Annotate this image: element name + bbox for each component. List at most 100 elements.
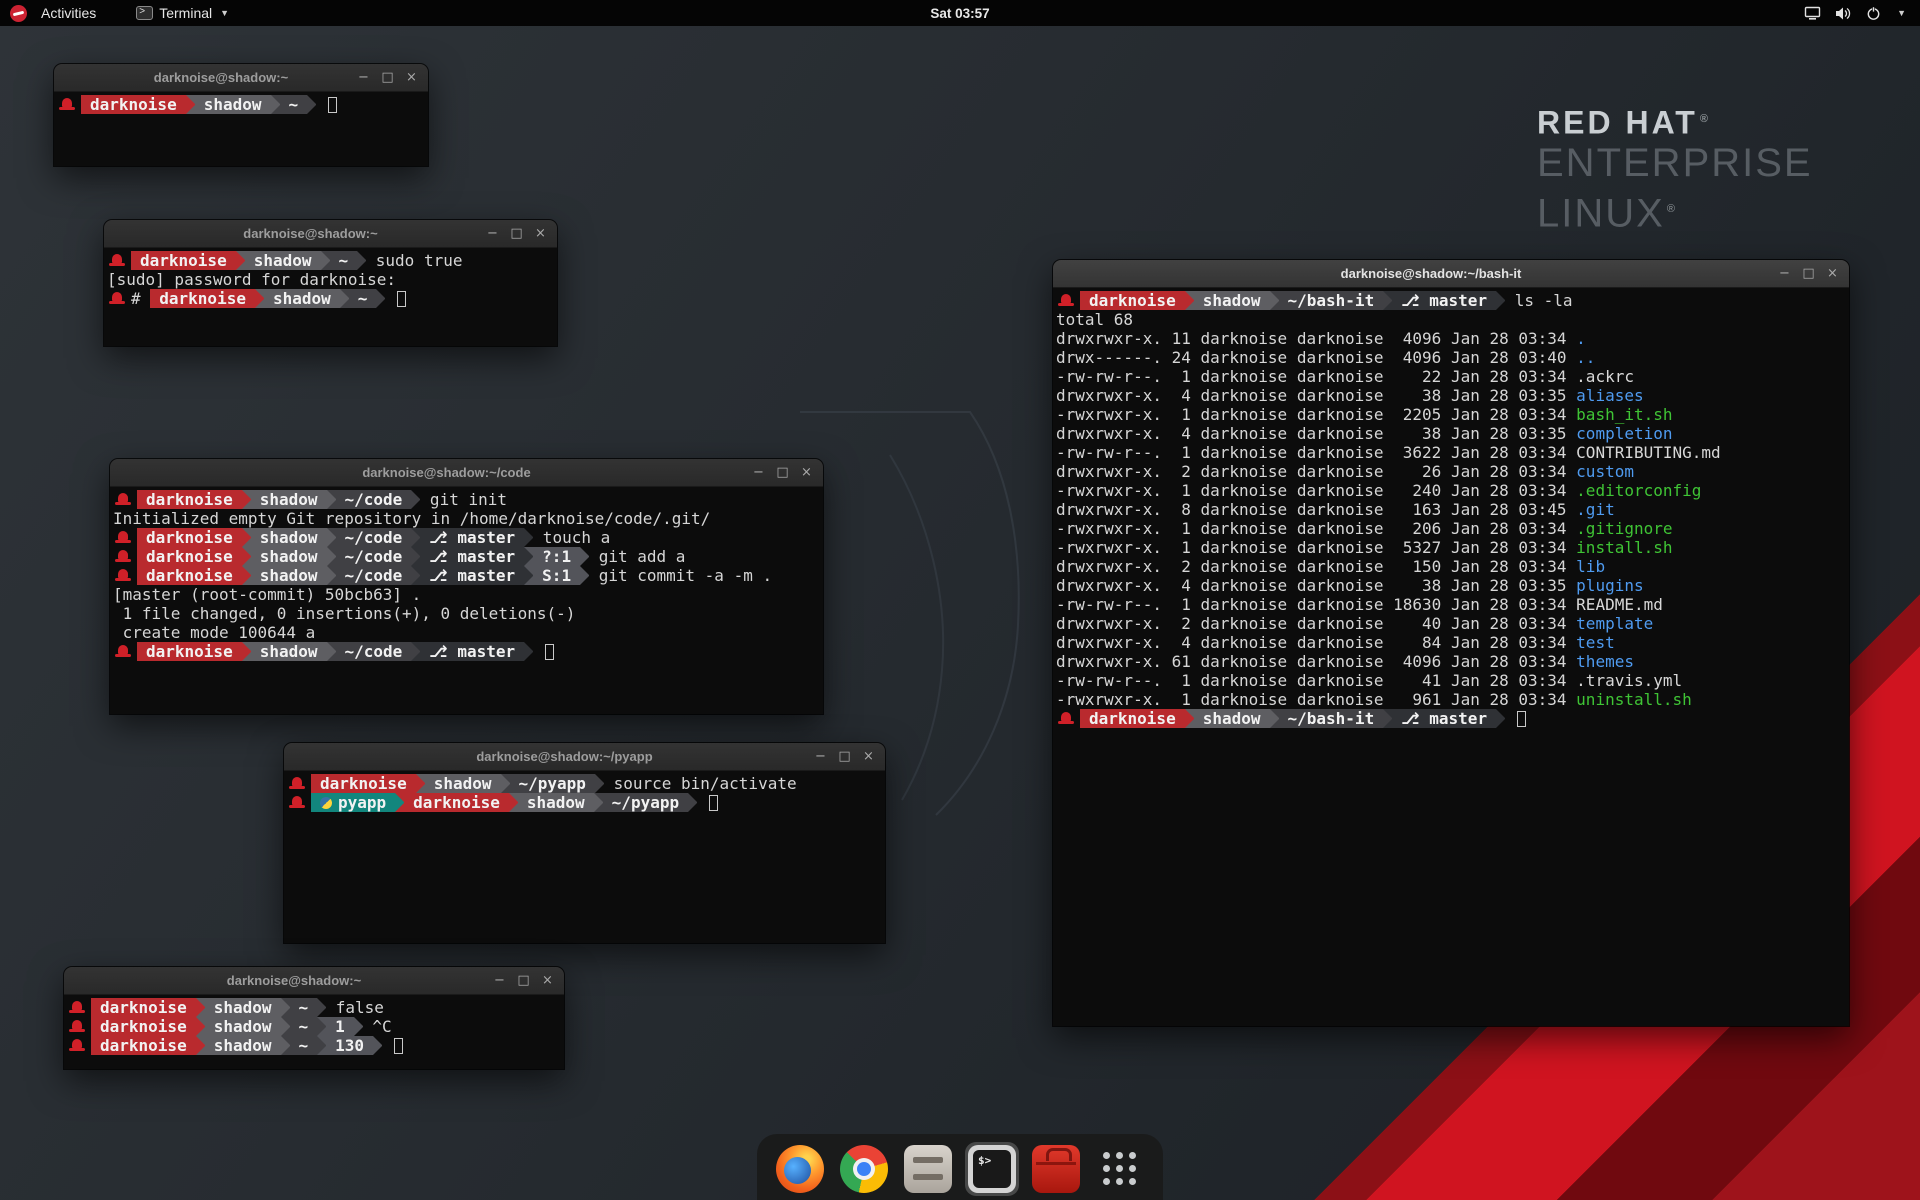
powerline-separator-icon xyxy=(524,642,533,661)
terminal-text: -rwxrwxr-x. 1 darknoise darknoise 206 Ja… xyxy=(1056,519,1576,538)
clock[interactable]: Sat 03:57 xyxy=(0,6,1920,21)
terminal-line: [master (root-commit) 50bcb63] . xyxy=(113,585,820,604)
terminal-window-pyapp[interactable]: darknoise@shadow:~/pyapp−□×darknoiseshad… xyxy=(284,743,885,943)
terminal-line: darknoiseshadow~ sudo true xyxy=(107,251,554,270)
terminal-content[interactable]: darknoiseshadow~ xyxy=(54,92,428,166)
powerline-separator-icon xyxy=(327,528,336,547)
powerline-separator-icon xyxy=(255,289,264,308)
window-titlebar[interactable]: darknoise@shadow:~/bash-it−□× xyxy=(1053,260,1849,288)
terminal-text: -rwxrwxr-x. 1 darknoise darknoise 2205 J… xyxy=(1056,405,1576,424)
terminal-text xyxy=(385,289,395,308)
window-title: darknoise@shadow:~/pyapp xyxy=(324,749,805,764)
minimize-button[interactable]: − xyxy=(492,968,507,994)
file-name: template xyxy=(1576,614,1653,633)
app-menu-terminal[interactable]: Terminal ▼ xyxy=(128,2,237,24)
terminal-line: darknoiseshadow~130 xyxy=(67,1036,561,1055)
terminal-cursor xyxy=(394,1038,403,1054)
chrome-dock-icon[interactable] xyxy=(840,1145,888,1193)
terminal-line: -rwxrwxr-x. 1 darknoise darknoise 5327 J… xyxy=(1056,538,1846,557)
maximize-button[interactable]: □ xyxy=(380,65,395,91)
powerline-separator-icon xyxy=(281,998,290,1017)
close-button[interactable]: × xyxy=(799,460,814,486)
terminal-window-home-1[interactable]: darknoise@shadow:~−□×darknoiseshadow~ xyxy=(54,64,428,166)
toolbox-dock-icon[interactable] xyxy=(1032,1145,1080,1193)
terminal-window-sudo[interactable]: darknoise@shadow:~−□×darknoiseshadow~ su… xyxy=(104,220,557,346)
chrome-dock-slot xyxy=(837,1142,891,1196)
close-button[interactable]: × xyxy=(1825,261,1840,287)
minimize-button[interactable]: − xyxy=(1777,261,1792,287)
window-titlebar[interactable]: darknoise@shadow:~/pyapp−□ × xyxy=(284,743,885,771)
terminal-text: source bin/activate xyxy=(604,774,797,793)
terminal-cursor xyxy=(328,97,337,113)
appgrid-dock-icon[interactable] xyxy=(1096,1145,1144,1193)
terminal-text: -rw-rw-r--. 1 darknoise darknoise 18630 … xyxy=(1056,595,1576,614)
prompt-segment: shadow xyxy=(425,774,501,793)
terminal-content[interactable]: darknoiseshadow~ falsedarknoiseshadow~1 … xyxy=(64,995,564,1069)
files-dock-icon[interactable] xyxy=(904,1145,952,1193)
maximize-button[interactable]: □ xyxy=(1801,261,1816,287)
minimize-button[interactable]: − xyxy=(813,744,828,770)
terminal-cursor xyxy=(545,644,554,660)
prompt-segment: ~ xyxy=(349,289,377,308)
activities-button[interactable]: Activities xyxy=(33,2,104,24)
power-icon[interactable] xyxy=(1866,6,1881,21)
terminal-window-home-2[interactable]: darknoise@shadow:~−□×darknoiseshadow~ fa… xyxy=(64,967,564,1069)
terminal-line: darknoiseshadow~1 ^C xyxy=(67,1017,561,1036)
terminal-line: drwxrwxr-x. 4 darknoise darknoise 38 Jan… xyxy=(1056,386,1846,405)
powerline-separator-icon xyxy=(357,251,366,270)
close-button[interactable]: × xyxy=(533,221,548,247)
maximize-button[interactable]: □ xyxy=(775,460,790,486)
prompt-segment: darknoise xyxy=(137,528,242,547)
file-name: .editorconfig xyxy=(1576,481,1701,500)
terminal-window-code[interactable]: darknoise@shadow:~/code−□×darknoiseshado… xyxy=(110,459,823,714)
terminal-content[interactable]: darknoiseshadow~/pyapp source bin/activa… xyxy=(284,771,885,943)
terminal-text xyxy=(316,95,326,114)
firefox-dock-icon[interactable] xyxy=(776,1145,824,1193)
terminal-line: drwxrwxr-x. 2 darknoise darknoise 40 Jan… xyxy=(1056,614,1846,633)
window-titlebar[interactable]: darknoise@shadow:~−□× xyxy=(104,220,557,248)
terminal-line: darknoiseshadow~/bash-it⎇ master ls -la xyxy=(1056,291,1846,310)
prompt-segment: ~/pyapp xyxy=(603,793,688,812)
terminal-text: -rw-rw-r--. 1 darknoise darknoise 22 Jan… xyxy=(1056,367,1576,386)
terminal-content[interactable]: darknoiseshadow~ sudo true[sudo] passwor… xyxy=(104,248,557,346)
minimize-button[interactable]: − xyxy=(356,65,371,91)
minimize-button[interactable]: − xyxy=(485,221,500,247)
powerline-separator-icon xyxy=(411,547,420,566)
maximize-button[interactable]: □ xyxy=(516,968,531,994)
terminal-text: sudo true xyxy=(366,251,462,270)
powerline-separator-icon xyxy=(1383,709,1392,728)
terminal-text: git add a xyxy=(589,547,685,566)
prompt-segment: ~ xyxy=(280,95,308,114)
display-icon[interactable] xyxy=(1804,6,1821,21)
window-controls: −□ × xyxy=(492,968,564,994)
close-button[interactable]: × xyxy=(861,744,876,770)
prompt-segment: ~/bash-it xyxy=(1279,709,1384,728)
file-name: uninstall.sh xyxy=(1576,690,1692,709)
terminal-window-bash-it[interactable]: darknoise@shadow:~/bash-it−□×darknoisesh… xyxy=(1053,260,1849,1026)
file-name: .. xyxy=(1576,348,1595,367)
window-titlebar[interactable]: darknoise@shadow:~/code−□× xyxy=(110,459,823,487)
terminal-text xyxy=(533,642,543,661)
minimize-button[interactable]: − xyxy=(751,460,766,486)
terminal-content[interactable]: darknoiseshadow~/code git initInitialize… xyxy=(110,487,823,714)
close-button[interactable]: × xyxy=(404,65,419,91)
powerline-separator-icon xyxy=(411,528,420,547)
powerline-separator-icon xyxy=(196,998,205,1017)
prompt-segment: darknoise xyxy=(131,251,236,270)
file-name: CONTRIBUTING.md xyxy=(1576,443,1721,462)
window-titlebar[interactable]: darknoise@shadow:~−□× xyxy=(54,64,428,92)
window-titlebar[interactable]: darknoise@shadow:~−□× xyxy=(64,967,564,995)
prompt-segment: darknoise xyxy=(137,566,242,585)
prompt-segment: shadow xyxy=(251,528,327,547)
terminal-dock-icon[interactable] xyxy=(968,1145,1016,1193)
powerline-separator-icon xyxy=(242,566,251,585)
maximize-button[interactable]: □ xyxy=(837,744,852,770)
terminal-content[interactable]: darknoiseshadow~/bash-it⎇ master ls -la t… xyxy=(1053,288,1849,1026)
prompt-segment: ⎇ master xyxy=(420,566,524,585)
volume-icon[interactable] xyxy=(1835,6,1852,21)
close-button[interactable]: × xyxy=(540,968,555,994)
prompt-segment: shadow xyxy=(205,1017,281,1036)
maximize-button[interactable]: □ xyxy=(509,221,524,247)
system-menu-caret-icon[interactable]: ▼ xyxy=(1897,8,1906,18)
terminal-line: darknoiseshadow~/bash-it⎇ master xyxy=(1056,709,1846,728)
